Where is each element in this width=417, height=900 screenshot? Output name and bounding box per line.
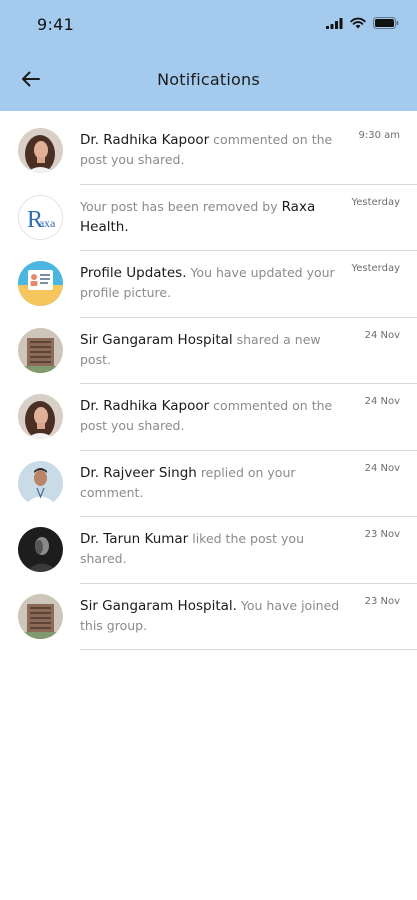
notification-item[interactable]: Dr. Tarun Kumar liked the post you share… xyxy=(0,517,417,584)
sender-name: Dr. Rajveer Singh xyxy=(80,464,197,481)
raxa-logo-icon: R a xa xyxy=(19,195,62,239)
avatar xyxy=(18,128,63,173)
status-time: 9:41 xyxy=(37,15,75,34)
notification-text: Sir Gangaram Hospital shared a new post. xyxy=(80,331,321,367)
notification-text: Your post has been removed by Raxa Healt… xyxy=(80,198,316,235)
notification-time: 24 Nov xyxy=(364,396,400,407)
profile-card-icon xyxy=(18,261,63,306)
woman-portrait-icon xyxy=(18,394,63,439)
notification-time: Yesterday xyxy=(351,263,400,274)
sender-name: Dr. Radhika Kapoor xyxy=(80,132,210,148)
status-icons xyxy=(326,17,399,29)
avatar xyxy=(18,394,63,439)
notification-time: 24 Nov xyxy=(364,462,400,474)
notification-text: Sir Gangaram Hospital. You have joined t… xyxy=(80,597,340,633)
svg-text:xa: xa xyxy=(44,216,56,230)
sender-name: Dr. Radhika Kapoor xyxy=(80,398,210,414)
hospital-building-icon xyxy=(18,327,63,373)
sender-name: Sir Gangaram Hospital. xyxy=(80,597,237,614)
doctor-portrait-icon xyxy=(18,460,63,506)
avatar xyxy=(18,527,63,572)
avatar xyxy=(18,593,63,639)
notification-text: Dr. Tarun Kumar liked the post you share… xyxy=(80,531,304,566)
page-title: Notifications xyxy=(157,70,260,89)
wifi-icon xyxy=(350,17,366,29)
battery-icon xyxy=(373,17,399,29)
notification-item[interactable]: Sir Gangaram Hospital shared a new post.… xyxy=(0,318,417,384)
notification-time: 23 Nov xyxy=(364,595,400,607)
notification-time: 23 Nov xyxy=(364,529,400,540)
notification-time: 9:30 am xyxy=(358,130,400,141)
app-header: 9:41 Notifications xyxy=(0,0,417,111)
notification-list: Dr. Radhika Kapoor commented on the post… xyxy=(0,118,417,650)
notification-item[interactable]: Profile Updates. You have updated your p… xyxy=(0,251,417,318)
signal-icon xyxy=(326,17,343,29)
notification-item[interactable]: Sir Gangaram Hospital. You have joined t… xyxy=(0,584,417,650)
avatar xyxy=(18,460,63,506)
notification-text: Dr. Rajveer Singh replied on your commen… xyxy=(80,464,296,500)
notification-item[interactable]: Dr. Radhika Kapoor commented on the post… xyxy=(0,118,417,185)
notification-time: 24 Nov xyxy=(364,329,400,341)
sender-name: Sir Gangaram Hospital xyxy=(80,331,233,348)
notification-time: Yesterday xyxy=(351,196,400,208)
avatar xyxy=(18,327,63,373)
notification-item[interactable]: Dr. Rajveer Singh replied on your commen… xyxy=(0,451,417,517)
divider xyxy=(80,649,417,650)
sender-name: Dr. Tarun Kumar xyxy=(80,531,189,547)
hospital-building-icon xyxy=(18,593,63,639)
notification-text: Dr. Radhika Kapoor commented on the post… xyxy=(80,132,333,167)
avatar: R a xa xyxy=(18,194,63,240)
notification-text: Dr. Radhika Kapoor commented on the post… xyxy=(80,398,333,433)
avatar xyxy=(18,261,63,306)
notification-text: Profile Updates. You have updated your p… xyxy=(80,265,335,300)
woman-portrait-icon xyxy=(18,128,63,173)
notification-item[interactable]: Dr. Radhika Kapoor commented on the post… xyxy=(0,384,417,451)
sender-name: Profile Updates. xyxy=(80,265,187,281)
notification-item[interactable]: R a xa Your post has been removed by Rax… xyxy=(0,185,417,251)
man-dark-portrait-icon xyxy=(18,527,63,572)
